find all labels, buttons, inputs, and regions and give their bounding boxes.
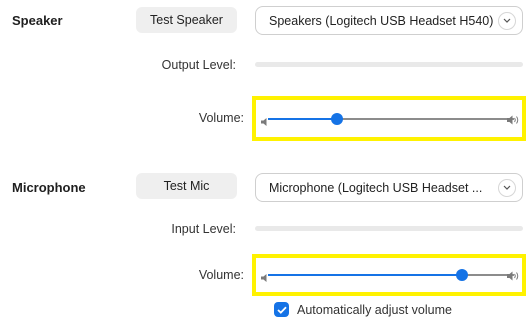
microphone-volume-highlight xyxy=(252,254,526,296)
auto-adjust-label: Automatically adjust volume xyxy=(297,302,452,317)
speaker-device-select[interactable]: Speakers (Logitech USB Headset H540) xyxy=(255,6,523,35)
microphone-volume-slider[interactable] xyxy=(268,258,514,292)
speaker-volume-label: Volume: xyxy=(198,111,244,125)
checkmark-icon xyxy=(276,306,287,314)
speaker-volume-track-fill xyxy=(268,117,337,120)
input-level-meter xyxy=(255,226,523,231)
chevron-down-icon xyxy=(498,11,516,30)
speaker-volume-highlight xyxy=(252,96,526,141)
speaker-high-icon xyxy=(506,269,520,287)
output-level-meter xyxy=(255,62,523,67)
test-speaker-button[interactable]: Test Speaker xyxy=(136,7,237,33)
speaker-volume-track xyxy=(336,117,514,120)
speaker-volume-thumb[interactable] xyxy=(330,112,343,125)
chevron-down-icon xyxy=(498,178,516,197)
microphone-device-select[interactable]: Microphone (Logitech USB Headset ... xyxy=(255,173,523,202)
speaker-high-icon xyxy=(506,113,520,131)
auto-adjust-volume-row[interactable]: Automatically adjust volume xyxy=(274,302,452,317)
microphone-volume-label: Volume: xyxy=(198,268,244,282)
speaker-device-value: Speakers (Logitech USB Headset H540) xyxy=(269,13,494,28)
input-level-label: Input Level: xyxy=(171,222,236,236)
microphone-volume-track-fill xyxy=(268,274,463,276)
speaker-section-label: Speaker xyxy=(12,13,63,28)
output-level-label: Output Level: xyxy=(161,58,236,72)
speaker-volume-slider[interactable] xyxy=(268,100,514,137)
microphone-volume-thumb[interactable] xyxy=(456,269,469,281)
microphone-device-value: Microphone (Logitech USB Headset ... xyxy=(269,180,483,195)
microphone-section-label: Microphone xyxy=(12,180,86,195)
auto-adjust-checkbox[interactable] xyxy=(274,302,289,317)
test-mic-button[interactable]: Test Mic xyxy=(136,173,237,199)
